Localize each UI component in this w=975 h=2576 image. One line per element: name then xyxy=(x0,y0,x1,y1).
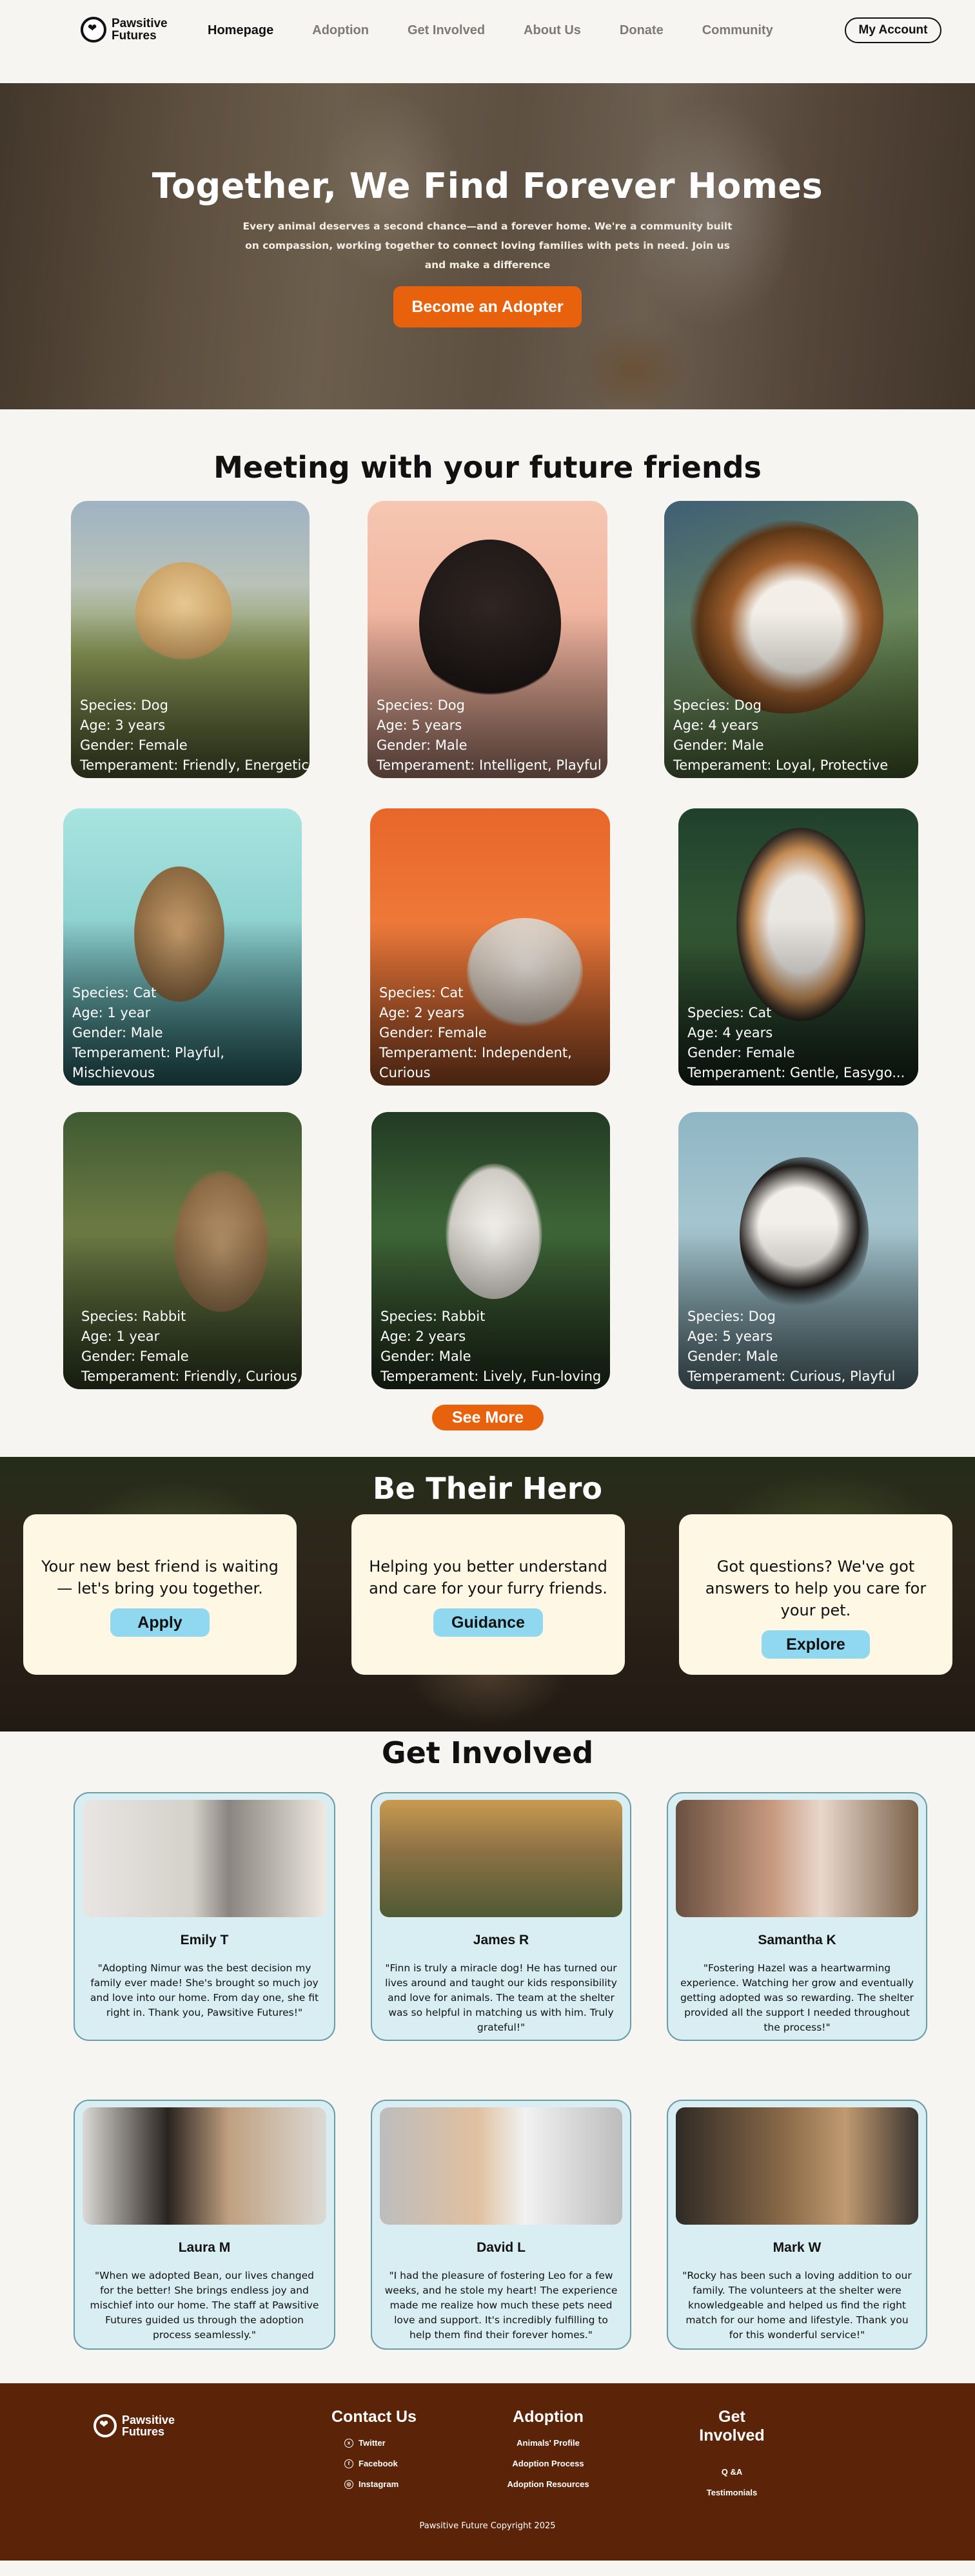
pet-info: Species: Dog Age: 5 years Gender: Male T… xyxy=(687,1309,896,1384)
top-nav: Pawsitive Futures Homepage Adoption Get … xyxy=(0,0,975,83)
footer-involved-title: Get Involved xyxy=(699,2408,765,2444)
friends-title: Meeting with your future friends xyxy=(213,450,762,485)
copyright: Pawsitive Future Copyright 2025 xyxy=(419,2521,556,2531)
guidance-button[interactable]: Guidance xyxy=(433,1608,543,1637)
nav-community[interactable]: Community xyxy=(702,23,773,38)
testimonial-photo xyxy=(380,2107,622,2225)
footer-logo[interactable]: Pawsitive Futures xyxy=(94,2414,175,2437)
become-adopter-button[interactable]: Become an Adopter xyxy=(393,286,582,327)
pet-card[interactable]: Species: Dog Age: 5 years Gender: Male T… xyxy=(368,501,607,778)
testimonial-quote: "Finn is truly a miracle dog! He has tur… xyxy=(385,1962,617,2033)
twitter-icon: x xyxy=(344,2438,353,2448)
testimonial-card: Emily T "Adopting Nimur was the best dec… xyxy=(74,1792,335,2041)
testimonial-quote: "Rocky has been such a loving addition t… xyxy=(682,2270,912,2341)
paw-heart-logo-icon xyxy=(81,17,106,43)
testimonial-name: Samantha K xyxy=(758,1933,836,1947)
hero-banner: Together, We Find Forever Homes Every an… xyxy=(0,83,975,409)
instagram-link[interactable]: ◎ Instagram xyxy=(344,2479,417,2489)
testimonial-photo xyxy=(676,1800,918,1917)
instagram-icon: ◎ xyxy=(344,2479,353,2489)
adoption-process-link[interactable]: Adoption Process xyxy=(503,2459,593,2468)
qa-link[interactable]: Q &A xyxy=(684,2467,780,2477)
testimonial-card: David L "I had the pleasure of fostering… xyxy=(371,2100,631,2350)
testimonial-name: James R xyxy=(473,1933,529,1947)
testimonial-name: Mark W xyxy=(773,2240,822,2255)
testimonial-quote: "I had the pleasure of fostering Leo for… xyxy=(384,2270,618,2341)
explore-button[interactable]: Explore xyxy=(762,1630,870,1659)
testimonial-photo xyxy=(83,1800,326,1917)
footer-adoption: Adoption Animals' Profile Adoption Proce… xyxy=(503,2408,593,2489)
pet-info: Species: Cat Age: 4 years Gender: Female… xyxy=(687,1005,905,1080)
pet-card[interactable]: Species: Dog Age: 3 years Gender: Female… xyxy=(71,501,310,778)
nav-donate[interactable]: Donate xyxy=(620,23,664,38)
pet-info: Species: Rabbit Age: 1 year Gender: Fema… xyxy=(81,1309,297,1384)
my-account-button[interactable]: My Account xyxy=(845,17,941,43)
pet-info: Species: Cat Age: 1 year Gender: Male Te… xyxy=(72,985,225,1080)
be-their-hero-section: Be Their Hero Your new best friend is wa… xyxy=(0,1457,975,1732)
hero-title: Together, We Find Forever Homes xyxy=(152,166,823,206)
friends-section: Meeting with your future friends Species… xyxy=(0,409,975,1457)
footer-adoption-title: Adoption xyxy=(513,2408,584,2426)
apply-button[interactable]: Apply xyxy=(110,1608,210,1637)
pet-info: Species: Dog Age: 4 years Gender: Male T… xyxy=(673,698,889,773)
testimonial-card: Mark W "Rocky has been such a loving add… xyxy=(667,2100,927,2350)
facebook-link[interactable]: f Facebook xyxy=(344,2459,417,2468)
pet-card[interactable]: Species: Rabbit Age: 1 year Gender: Fema… xyxy=(63,1112,302,1389)
testimonial-photo xyxy=(380,1800,622,1917)
nav-adoption[interactable]: Adoption xyxy=(312,23,369,38)
pet-card[interactable]: Species: Rabbit Age: 2 years Gender: Mal… xyxy=(371,1112,610,1389)
footer-contact: Contact Us x Twitter f Facebook ◎ Instag… xyxy=(331,2408,417,2489)
apply-card: Your new best friend is waiting — let's … xyxy=(23,1514,297,1675)
testimonial-quote: "Fostering Hazel was a heartwarming expe… xyxy=(680,1962,914,2033)
pet-info: Species: Dog Age: 5 years Gender: Male T… xyxy=(377,698,602,773)
pet-card[interactable]: Species: Cat Age: 1 year Gender: Male Te… xyxy=(63,808,302,1086)
adoption-resources-link[interactable]: Adoption Resources xyxy=(503,2479,593,2489)
explore-card: Got questions? We've got answers to help… xyxy=(679,1514,952,1675)
testimonial-name: Laura M xyxy=(178,2240,231,2255)
hero-text: Every animal deserves a second chance—an… xyxy=(242,220,733,271)
pet-info: Species: Cat Age: 2 years Gender: Female… xyxy=(379,985,572,1080)
nav-homepage[interactable]: Homepage xyxy=(208,23,273,38)
testimonial-quote: "Adopting Nimur was the best decision my… xyxy=(90,1962,319,2018)
pet-card[interactable]: Species: Dog Age: 5 years Gender: Male T… xyxy=(678,1112,918,1389)
footer-contact-title: Contact Us xyxy=(331,2408,417,2426)
see-more-button[interactable]: See More xyxy=(432,1405,544,1430)
facebook-icon: f xyxy=(344,2459,353,2468)
pet-info: Species: Dog Age: 3 years Gender: Female… xyxy=(80,698,309,773)
pet-grid: Species: Dog Age: 3 years Gender: Female… xyxy=(0,485,975,1457)
testimonial-card: James R "Finn is truly a miracle dog! He… xyxy=(371,1792,631,2041)
testimonials-link[interactable]: Testimonials xyxy=(684,2488,780,2497)
logo-line-1: Pawsitive xyxy=(112,17,168,30)
testimonial-name: Emily T xyxy=(180,1933,229,1947)
nav-about-us[interactable]: About Us xyxy=(524,23,581,38)
pet-card[interactable]: Species: Cat Age: 4 years Gender: Female… xyxy=(678,808,918,1086)
footer: Pawsitive Futures Contact Us x Twitter f… xyxy=(0,2383,975,2561)
footer-get-involved: Get Involved Q &A Testimonials xyxy=(684,2408,780,2497)
animals-profile-link[interactable]: Animals' Profile xyxy=(503,2438,593,2448)
be-their-hero-title: Be Their Hero xyxy=(372,1471,603,1506)
pet-info: Species: Rabbit Age: 2 years Gender: Mal… xyxy=(380,1309,602,1384)
logo-line-2: Futures xyxy=(112,29,157,43)
nav-links: Homepage Adoption Get Involved About Us … xyxy=(208,23,812,38)
paw-heart-logo-icon xyxy=(94,2414,117,2437)
testimonial-quote: "When we adopted Bean, our lives changed… xyxy=(90,2270,319,2341)
get-involved-title: Get Involved xyxy=(381,1735,594,1770)
logo[interactable]: Pawsitive Futures xyxy=(81,17,168,43)
testimonial-photo xyxy=(83,2107,326,2225)
guidance-card: Helping you better understand and care f… xyxy=(351,1514,625,1675)
get-involved-section: Get Involved Emily T "Adopting Nimur was… xyxy=(0,1732,975,2383)
pet-card[interactable]: Species: Cat Age: 2 years Gender: Female… xyxy=(370,808,610,1086)
testimonial-card: Laura M "When we adopted Bean, our lives… xyxy=(74,2100,335,2350)
nav-get-involved[interactable]: Get Involved xyxy=(408,23,485,38)
twitter-link[interactable]: x Twitter xyxy=(344,2438,417,2448)
testimonial-name: David L xyxy=(477,2240,526,2255)
testimonial-photo xyxy=(676,2107,918,2225)
testimonial-card: Samantha K "Fostering Hazel was a heartw… xyxy=(667,1792,927,2041)
pet-card[interactable]: Species: Dog Age: 4 years Gender: Male T… xyxy=(664,501,918,778)
